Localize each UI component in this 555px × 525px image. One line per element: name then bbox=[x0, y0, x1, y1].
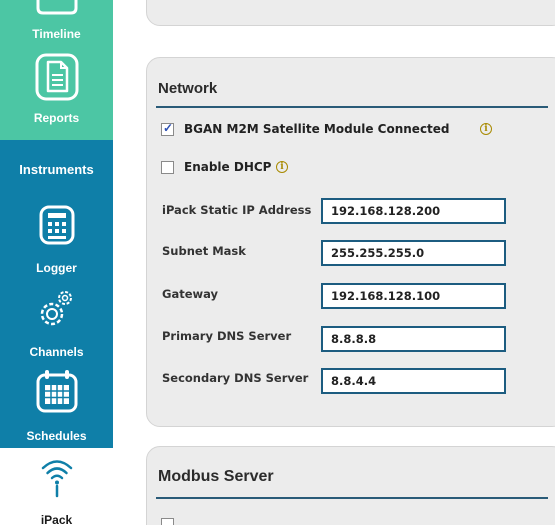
bgan-label: BGAN M2M Satellite Module Connected bbox=[184, 122, 450, 136]
subnet-mask-label: Subnet Mask bbox=[162, 244, 246, 258]
sidebar-item-timeline[interactable]: Timeline bbox=[0, 0, 113, 50]
sidebar: Timeline Reports Instruments Logger Chan… bbox=[0, 0, 113, 525]
modbus-checkbox[interactable] bbox=[161, 518, 174, 525]
modbus-title: Modbus Server bbox=[158, 468, 274, 485]
ip-address-input[interactable]: 192.168.128.200 bbox=[321, 198, 506, 224]
sidebar-item-reports[interactable]: Reports bbox=[0, 50, 113, 130]
sidebar-item-schedules[interactable]: Schedules bbox=[0, 368, 113, 446]
primary-dns-label: Primary DNS Server bbox=[162, 329, 292, 343]
gears-icon bbox=[0, 285, 113, 333]
sidebar-item-logger[interactable]: Logger bbox=[0, 205, 113, 275]
sidebar-item-label: iPack bbox=[40, 513, 73, 525]
sidebar-section-instruments[interactable]: Instruments bbox=[0, 162, 113, 177]
ip-address-label: iPack Static IP Address bbox=[162, 203, 312, 217]
sidebar-item-label: Schedules bbox=[26, 429, 87, 443]
gateway-input[interactable]: 192.168.128.100 bbox=[321, 283, 506, 309]
previous-section-panel bbox=[146, 0, 555, 26]
dhcp-info-icon[interactable]: i bbox=[276, 161, 288, 173]
gateway-label: Gateway bbox=[162, 287, 219, 301]
modbus-title-divider bbox=[156, 497, 548, 499]
secondary-dns-input[interactable]: 8.8.4.4 bbox=[321, 368, 506, 394]
dhcp-label: Enable DHCP bbox=[184, 160, 272, 174]
subnet-mask-input[interactable]: 255.255.255.0 bbox=[321, 240, 506, 266]
calendar-icon bbox=[0, 368, 113, 416]
sidebar-item-label: Timeline bbox=[32, 27, 81, 41]
calculator-icon bbox=[0, 205, 113, 245]
network-title: Network bbox=[158, 80, 218, 97]
wifi-icon bbox=[0, 455, 113, 499]
primary-dns-input[interactable]: 8.8.8.8 bbox=[321, 326, 506, 352]
sidebar-item-label: Reports bbox=[33, 111, 80, 125]
timeline-icon bbox=[0, 0, 113, 16]
sidebar-item-channels[interactable]: Channels bbox=[0, 285, 113, 360]
bgan-info-icon[interactable]: i bbox=[480, 123, 492, 135]
dhcp-checkbox[interactable] bbox=[161, 161, 174, 174]
bgan-checkbox[interactable] bbox=[161, 121, 174, 136]
sidebar-item-label: Logger bbox=[36, 261, 77, 275]
document-icon bbox=[0, 53, 113, 103]
sidebar-item-label: Channels bbox=[29, 345, 84, 359]
network-title-divider bbox=[156, 106, 548, 108]
secondary-dns-label: Secondary DNS Server bbox=[162, 371, 309, 385]
sidebar-item-ipack[interactable]: iPack bbox=[0, 455, 113, 525]
